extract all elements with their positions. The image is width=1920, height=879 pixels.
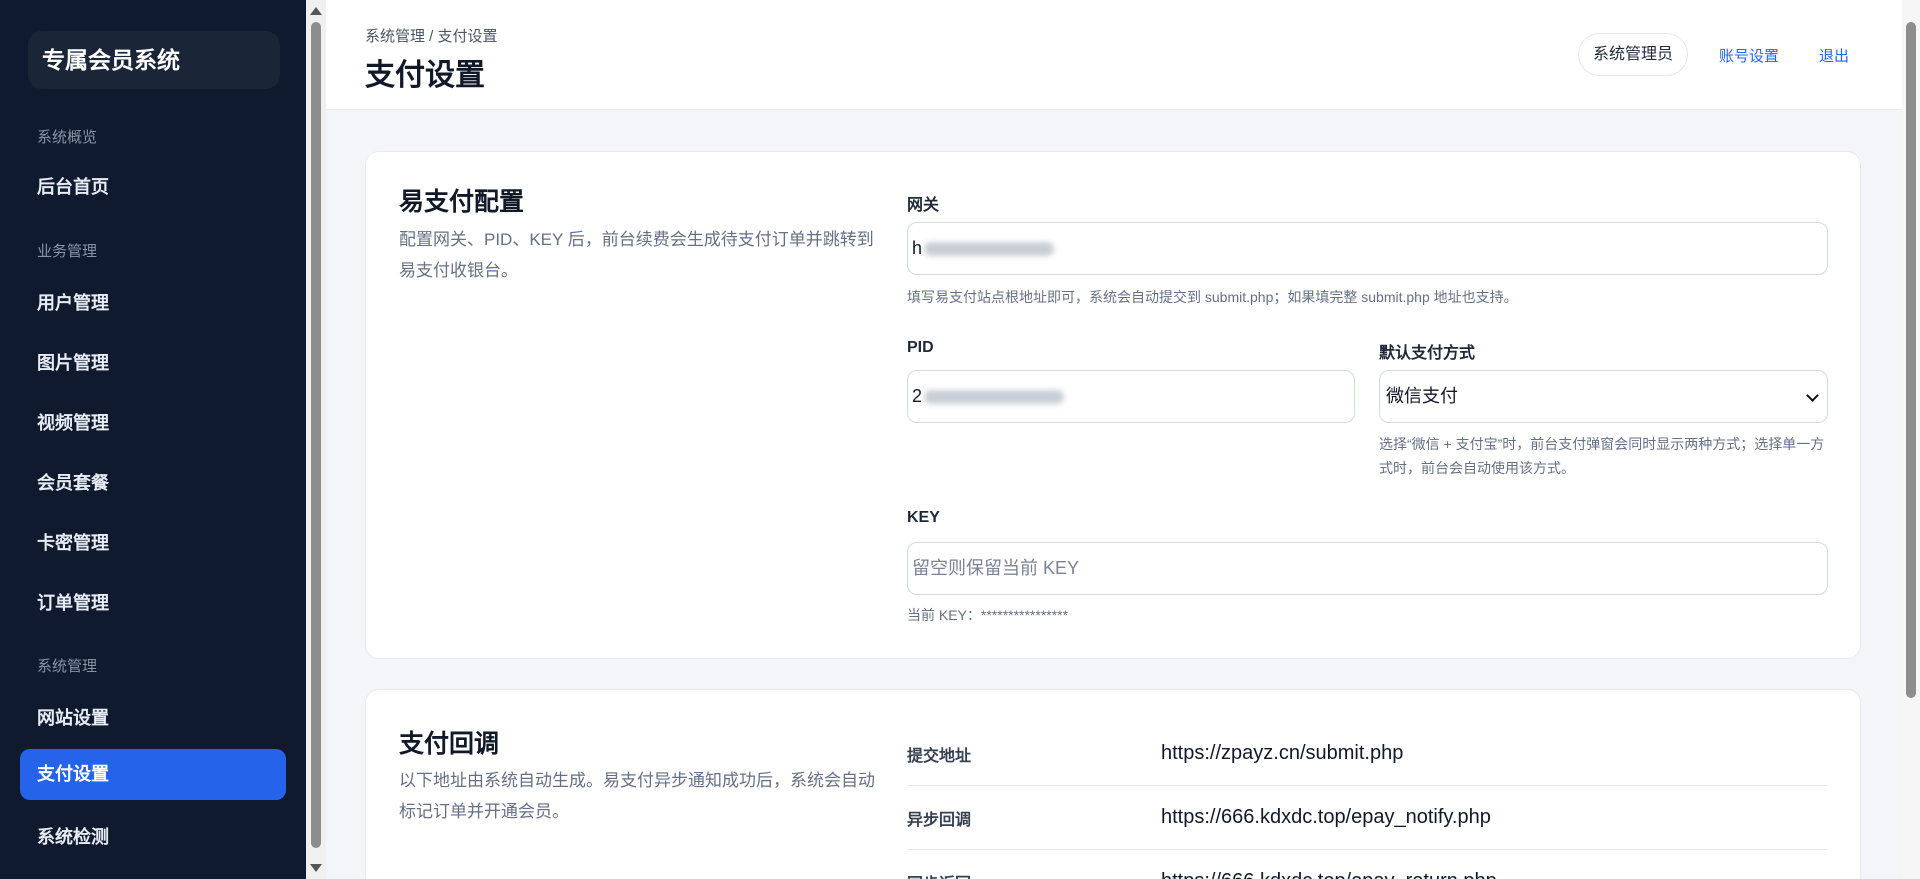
page-scrollbar[interactable]	[1902, 0, 1920, 879]
gateway-label: 网关	[907, 197, 940, 214]
notify-url-value: https://666.kdxdc.top/epay_notify.php	[1161, 806, 1491, 828]
nav-group-overview: 系统概览	[37, 129, 98, 146]
gateway-input[interactable]: h	[907, 222, 1828, 275]
nav-group-business: 业务管理	[37, 243, 98, 260]
pay-method-label: 默认支付方式	[1379, 345, 1476, 362]
sidebar-item-users[interactable]: 用户管理	[37, 289, 109, 315]
sidebar-item-images[interactable]: 图片管理	[37, 349, 109, 375]
sidebar-item-orders[interactable]: 订单管理	[37, 589, 109, 615]
pay-method-select[interactable]: 微信支付	[1379, 370, 1828, 423]
gateway-value: h	[912, 238, 923, 258]
payment-callback-card: 支付回调 以下地址由系统自动生成。易支付异步通知成功后，系统会自动标记订单并开通…	[365, 689, 1861, 879]
card-description: 以下地址由系统自动生成。易支付异步通知成功后，系统会自动标记订单并开通会员。	[399, 771, 875, 821]
card-description: 配置网关、PID、KEY 后，前台续费会生成待支付订单并跳转到易支付收银台。	[399, 230, 874, 280]
top-header: 系统管理 / 支付设置 支付设置 系统管理员 账号设置 退出	[326, 0, 1902, 110]
row-divider	[907, 785, 1827, 786]
scrollbar-thumb[interactable]	[311, 22, 321, 848]
sidebar-item-cardkeys[interactable]: 卡密管理	[37, 529, 109, 555]
pay-method-value: 微信支付	[1386, 386, 1458, 406]
submit-url-value: https://zpayz.cn/submit.php	[1161, 742, 1404, 764]
sidebar-item-system-check[interactable]: 系统检测	[37, 823, 109, 849]
redacted-value	[924, 242, 1055, 257]
card-title: 易支付配置	[399, 188, 525, 216]
current-key-text: 当前 KEY：****************	[907, 607, 1069, 623]
breadcrumb: 系统管理 / 支付设置	[365, 28, 498, 45]
nav-group-system: 系统管理	[37, 658, 98, 675]
card-title: 支付回调	[399, 730, 500, 758]
row-divider	[907, 849, 1827, 850]
brand-logo[interactable]: 专属会员系统	[28, 31, 280, 89]
key-label: KEY	[907, 509, 940, 526]
return-url-value: https://666.kdxdc.top/epay_return.php	[1161, 870, 1497, 879]
sidebar-item-payment-settings[interactable]: 支付设置	[20, 749, 286, 800]
redacted-value	[924, 390, 1065, 405]
gateway-hint: 填写易支付站点根地址即可，系统会自动提交到 submit.php；如果填完整 s…	[907, 289, 1518, 305]
sidebar-item-videos[interactable]: 视频管理	[37, 409, 109, 435]
sidebar-item-plans[interactable]: 会员套餐	[37, 469, 109, 495]
sidebar-item-site-settings[interactable]: 网站设置	[37, 704, 109, 730]
pid-label: PID	[907, 339, 934, 356]
scrollbar[interactable]	[306, 0, 326, 879]
sidebar-item-dashboard[interactable]: 后台首页	[37, 173, 109, 199]
account-settings-link[interactable]: 账号设置	[1719, 45, 1779, 66]
epay-config-card: 易支付配置 配置网关、PID、KEY 后，前台续费会生成待支付订单并跳转到易支付…	[365, 151, 1861, 659]
scroll-up-arrow-icon[interactable]	[310, 7, 322, 15]
pid-input[interactable]: 2	[907, 370, 1355, 423]
return-url-label: 同步返回	[907, 870, 971, 879]
chevron-down-icon	[1806, 389, 1819, 402]
sidebar: 专属会员系统 系统概览 后台首页 业务管理 用户管理 图片管理 视频管理 会员套…	[0, 0, 306, 879]
page-scrollbar-thumb[interactable]	[1906, 22, 1916, 698]
notify-url-label: 异步回调	[907, 812, 972, 829]
key-input[interactable]	[907, 542, 1828, 595]
pid-value: 2	[912, 386, 923, 406]
logout-link[interactable]: 退出	[1819, 45, 1849, 66]
pay-method-hint: 选择“微信 + 支付宝”时，前台支付弹窗会同时显示两种方式；选择单一方式时，前台…	[1379, 436, 1825, 476]
admin-badge[interactable]: 系统管理员	[1578, 33, 1689, 76]
page-title: 支付设置	[365, 59, 485, 92]
submit-url-label: 提交地址	[907, 748, 972, 765]
scroll-down-arrow-icon[interactable]	[310, 864, 322, 872]
